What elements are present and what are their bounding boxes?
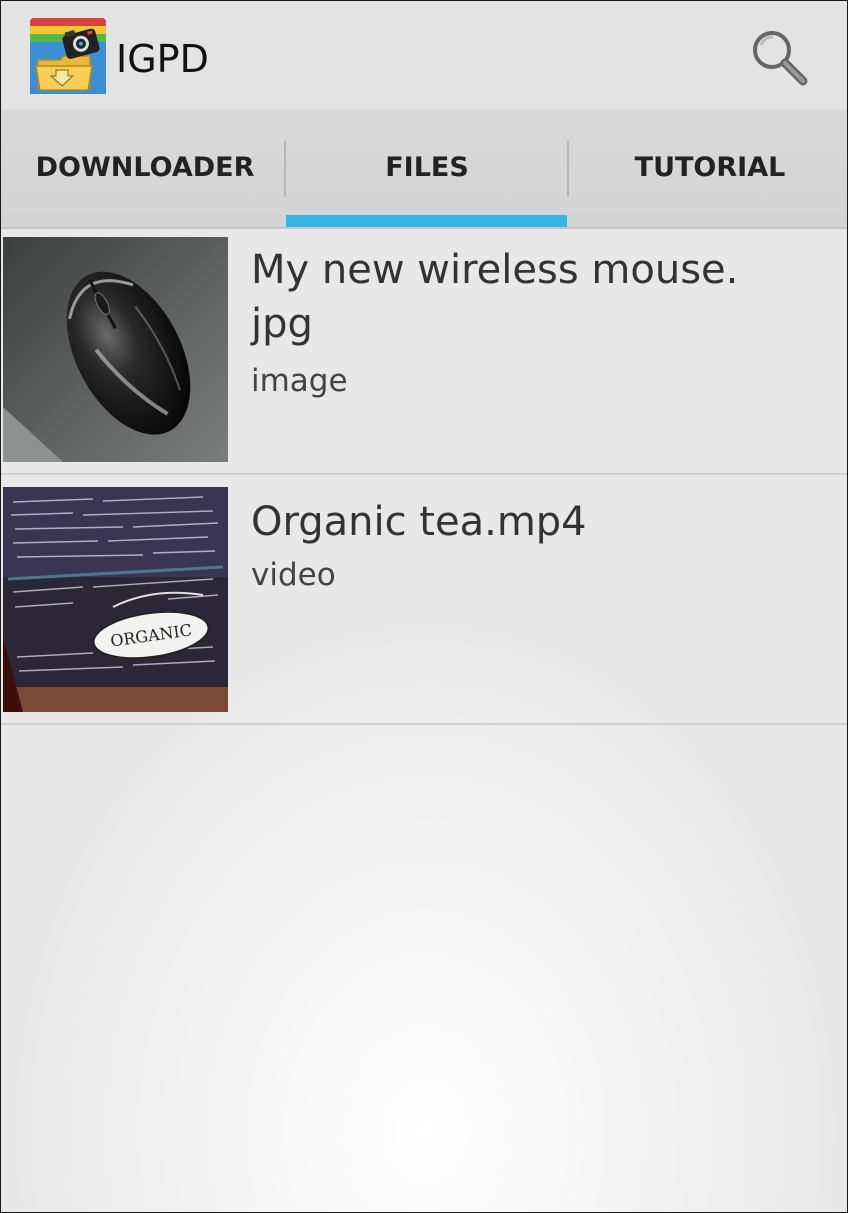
tab-label: DOWNLOADER — [35, 151, 255, 183]
action-bar: IGPD — [1, 1, 847, 109]
files-screen: IGPD DOWNLOADER FILES TUTORIAL My new wi… — [0, 0, 848, 1213]
file-type: image — [251, 363, 348, 399]
file-name: My new wireless mouse. jpg — [251, 247, 739, 347]
list-item[interactable]: ORGANIC Organic tea.mp4 video — [1, 475, 847, 725]
list-item[interactable]: My new wireless mouse. jpg image — [1, 229, 847, 475]
row-divider — [1, 723, 847, 725]
tab-downloader[interactable]: DOWNLOADER — [4, 109, 286, 227]
app-title: IGPD — [116, 37, 209, 81]
tab-bar: DOWNLOADER FILES TUTORIAL — [1, 109, 847, 229]
folder-camera-icon[interactable] — [30, 18, 106, 94]
search-button[interactable] — [745, 25, 815, 89]
file-type: video — [251, 557, 336, 593]
selected-tab-indicator — [286, 215, 567, 227]
tab-files[interactable]: FILES — [286, 109, 568, 227]
tab-label: TUTORIAL — [634, 151, 786, 183]
thumbnail-image: ORGANIC — [3, 487, 228, 712]
tab-label: FILES — [385, 151, 469, 183]
thumbnail-image — [3, 237, 228, 462]
file-name: Organic tea.mp4 — [251, 499, 587, 545]
search-icon — [753, 31, 808, 86]
tab-tutorial[interactable]: TUTORIAL — [569, 109, 847, 227]
